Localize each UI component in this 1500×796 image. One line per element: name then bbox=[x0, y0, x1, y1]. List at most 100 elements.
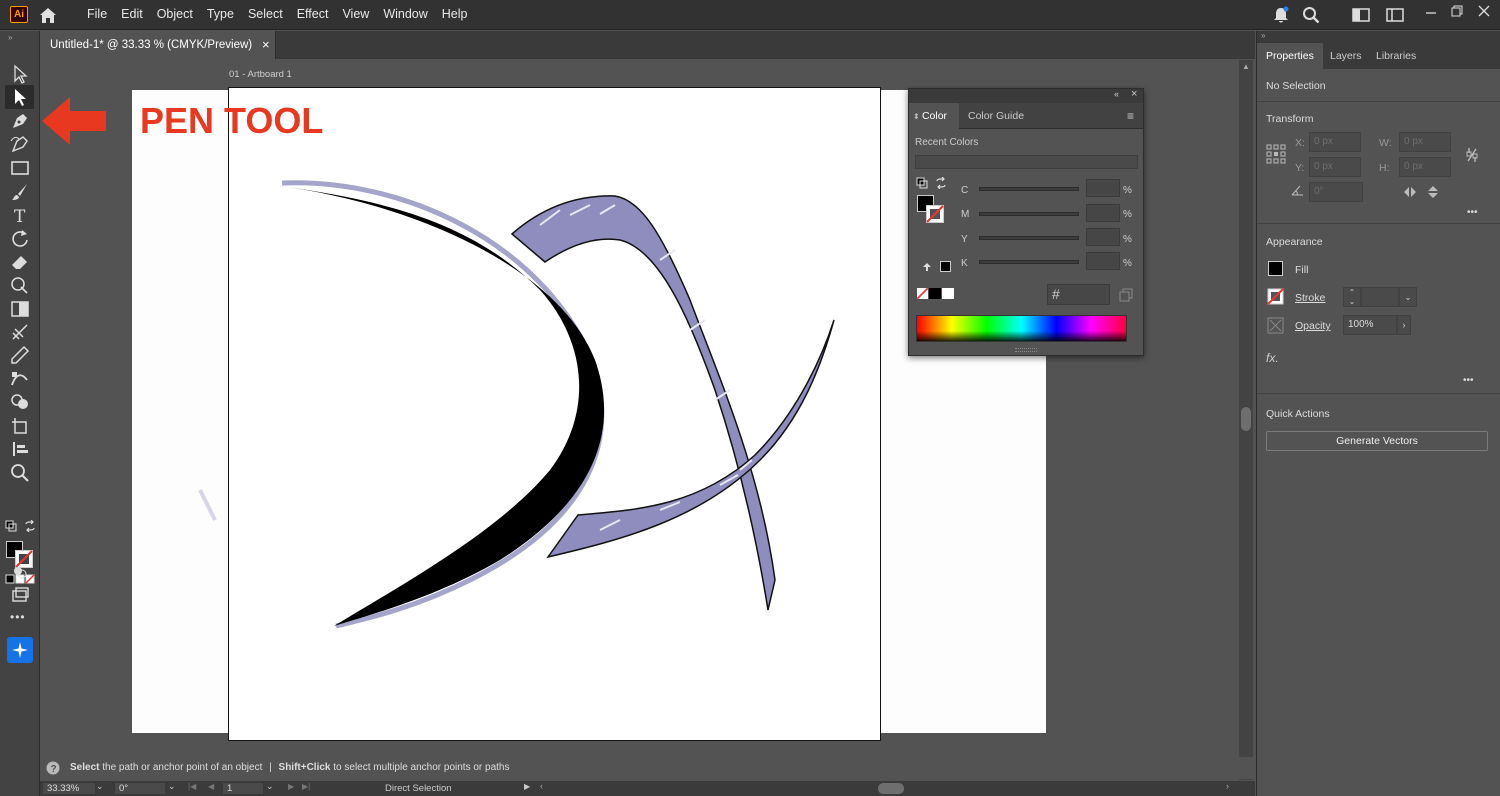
rectangle-tool-icon[interactable] bbox=[9, 157, 31, 179]
channel-m-field[interactable] bbox=[1086, 204, 1120, 222]
hscroll-right-arrow[interactable]: › bbox=[1226, 781, 1229, 791]
panel-resize-grip[interactable] bbox=[1015, 348, 1037, 352]
stroke-label[interactable]: Stroke bbox=[1295, 292, 1325, 304]
help-icon[interactable]: ? bbox=[46, 761, 60, 775]
default-colors-icon[interactable] bbox=[916, 177, 928, 189]
zoom-field[interactable]: 33.33% bbox=[42, 782, 96, 795]
artboard-number-field[interactable]: 1 bbox=[222, 782, 264, 795]
paintbrush-tool-icon[interactable] bbox=[9, 181, 31, 203]
generate-vectors-button[interactable]: Generate Vectors bbox=[1266, 431, 1488, 451]
reference-point-icon[interactable] bbox=[1266, 144, 1286, 164]
minimize-icon[interactable] bbox=[1424, 6, 1438, 20]
rotation-dropdown-icon[interactable]: ⌄ bbox=[168, 781, 176, 792]
flip-vertical-icon[interactable] bbox=[1427, 185, 1439, 199]
menu-file[interactable]: File bbox=[80, 0, 114, 30]
edit-toolbar-icon[interactable]: ••• bbox=[10, 611, 30, 623]
zoom-tool-icon[interactable] bbox=[9, 462, 31, 484]
drawing-modes-icon[interactable] bbox=[9, 561, 31, 583]
selection-tool-icon[interactable] bbox=[9, 63, 31, 85]
gamut-swatch[interactable] bbox=[940, 261, 951, 272]
hscroll-left-arrow[interactable]: ‹ bbox=[540, 781, 543, 791]
mesh-tool-icon[interactable] bbox=[9, 321, 31, 343]
prev-artboard-icon[interactable]: ◀ bbox=[208, 782, 214, 791]
recent-colors-strip[interactable] bbox=[915, 155, 1138, 169]
swap-colors-icon[interactable] bbox=[935, 177, 947, 189]
opacity-label[interactable]: Opacity bbox=[1295, 320, 1331, 332]
first-artboard-icon[interactable]: |◀ bbox=[188, 782, 196, 791]
channel-k-field[interactable] bbox=[1086, 252, 1120, 270]
flip-horizontal-icon[interactable] bbox=[1403, 186, 1417, 198]
menu-select[interactable]: Select bbox=[241, 0, 290, 30]
tab-libraries[interactable]: Libraries bbox=[1367, 43, 1425, 69]
tab-color-guide[interactable]: Color Guide bbox=[960, 103, 1032, 129]
workspace-switcher-icon[interactable] bbox=[1352, 8, 1370, 22]
scroll-thumb[interactable] bbox=[1241, 407, 1251, 431]
menu-edit[interactable]: Edit bbox=[114, 0, 150, 30]
hex-field[interactable]: # bbox=[1047, 284, 1110, 305]
default-fill-stroke-icon[interactable] bbox=[5, 520, 17, 532]
color-cube-icon[interactable] bbox=[1119, 288, 1133, 302]
channel-c-field[interactable] bbox=[1086, 179, 1120, 197]
column-graph-tool-icon[interactable] bbox=[9, 438, 31, 460]
rotate-field[interactable]: 0° bbox=[1309, 182, 1363, 202]
toolbar-grip[interactable]: » bbox=[8, 33, 32, 42]
screen-mode-icon[interactable] bbox=[9, 585, 31, 607]
close-tab-icon[interactable]: × bbox=[262, 31, 270, 59]
rotation-field[interactable]: 0° bbox=[114, 782, 166, 795]
horizontal-scrollbar-thumb[interactable] bbox=[878, 783, 904, 794]
none-white-black-swatches[interactable] bbox=[916, 287, 956, 300]
panel-grip[interactable]: » bbox=[1257, 31, 1500, 43]
opacity-field[interactable]: 100% bbox=[1343, 315, 1397, 335]
menu-help[interactable]: Help bbox=[435, 0, 475, 30]
type-tool-icon[interactable]: T bbox=[9, 204, 31, 226]
fx-icon[interactable]: fx. bbox=[1266, 351, 1279, 365]
curvature-tool-icon[interactable] bbox=[9, 133, 31, 155]
color-spectrum[interactable] bbox=[916, 315, 1127, 342]
menu-effect[interactable]: Effect bbox=[290, 0, 336, 30]
zoom-dropdown-icon[interactable]: ⌄ bbox=[96, 781, 104, 792]
w-field[interactable]: 0 px bbox=[1399, 132, 1451, 152]
color-panel-header[interactable]: « × bbox=[909, 88, 1143, 103]
stroke-weight-field[interactable] bbox=[1361, 287, 1399, 307]
close-window-icon[interactable] bbox=[1477, 4, 1491, 18]
next-artboard-icon[interactable]: ▶ bbox=[288, 782, 294, 791]
swap-fill-stroke-icon[interactable] bbox=[24, 520, 36, 532]
tab-properties[interactable]: Properties bbox=[1257, 43, 1323, 69]
generative-recolor-button[interactable] bbox=[7, 637, 33, 663]
last-artboard-icon[interactable]: ▶| bbox=[302, 782, 310, 791]
channel-y-field[interactable] bbox=[1086, 228, 1120, 246]
document-tab[interactable]: Untitled-1* @ 33.33 % (CMYK/Preview) × bbox=[40, 31, 276, 59]
close-panel-icon[interactable]: × bbox=[1131, 88, 1137, 100]
stroke-weight-stepper[interactable]: ⌃ ⌄ bbox=[1343, 287, 1361, 307]
h-field[interactable]: 0 px bbox=[1399, 157, 1451, 177]
x-field[interactable]: 0 px bbox=[1309, 132, 1361, 152]
vertical-scrollbar[interactable]: ▲ ▼ bbox=[1239, 60, 1253, 780]
restore-icon[interactable] bbox=[1450, 4, 1464, 18]
scroll-up-arrow[interactable]: ▲ bbox=[1242, 62, 1250, 71]
gradient-tool-icon[interactable] bbox=[9, 298, 31, 320]
puppet-warp-tool-icon[interactable] bbox=[9, 274, 31, 296]
menu-type[interactable]: Type bbox=[200, 0, 241, 30]
arrange-documents-icon[interactable] bbox=[1386, 8, 1404, 22]
panel-menu-icon[interactable]: ≡ bbox=[1127, 109, 1134, 123]
status-menu-arrow[interactable]: ▶ bbox=[524, 782, 530, 791]
panel-stroke-swatch[interactable] bbox=[925, 204, 945, 224]
bell-icon[interactable] bbox=[1272, 6, 1290, 24]
channel-y-slider[interactable] bbox=[979, 236, 1079, 240]
eyedropper-tool-icon[interactable] bbox=[9, 344, 31, 366]
search-icon[interactable] bbox=[1302, 6, 1320, 24]
pen-tool-icon[interactable] bbox=[9, 110, 31, 132]
collapse-panel-icon[interactable]: « bbox=[1114, 89, 1119, 99]
opacity-expand-arrow[interactable]: › bbox=[1397, 315, 1411, 335]
rotate-tool-icon[interactable] bbox=[9, 227, 31, 249]
artboard[interactable] bbox=[228, 87, 881, 741]
channel-k-slider[interactable] bbox=[979, 260, 1079, 264]
channel-m-slider[interactable] bbox=[979, 212, 1079, 216]
menu-view[interactable]: View bbox=[335, 0, 376, 30]
transform-more-options[interactable]: ••• bbox=[1467, 207, 1478, 218]
tab-layers[interactable]: Layers bbox=[1321, 43, 1371, 69]
eraser-tool-icon[interactable] bbox=[9, 251, 31, 273]
artboard-dropdown-icon[interactable]: ⌄ bbox=[266, 781, 274, 792]
artboard-tool-icon[interactable] bbox=[9, 415, 31, 437]
menu-object[interactable]: Object bbox=[150, 0, 200, 30]
